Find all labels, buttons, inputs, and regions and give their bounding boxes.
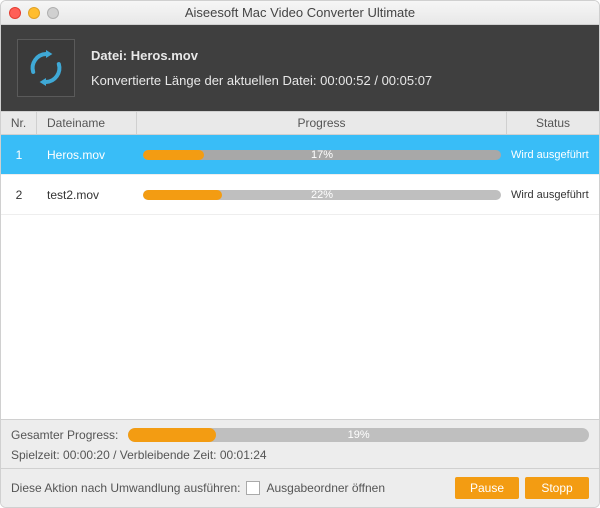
progress-fill — [143, 190, 222, 200]
row-nr: 1 — [1, 148, 37, 162]
actions-row: Diese Aktion nach Umwandlung ausführen: … — [1, 469, 599, 507]
row-progress: 22% — [137, 190, 507, 200]
converted-length-label: Konvertierte Länge der aktuellen Datei: — [91, 73, 316, 88]
pause-button[interactable]: Pause — [455, 477, 519, 499]
column-progress: Progress — [137, 112, 507, 134]
zoom-icon[interactable] — [47, 7, 59, 19]
overall-progress-percent: 19% — [128, 429, 589, 441]
table-row[interactable]: 1 Heros.mov 17% Wird ausgeführt — [1, 135, 599, 175]
current-file-panel: Datei: Heros.mov Konvertierte Länge der … — [1, 25, 599, 111]
column-nr: Nr. — [1, 112, 37, 134]
close-icon[interactable] — [9, 7, 21, 19]
progress-bar: 22% — [143, 190, 501, 200]
window-controls — [9, 7, 59, 19]
stop-button[interactable]: Stopp — [525, 477, 589, 499]
row-nr: 2 — [1, 188, 37, 202]
overall-progress-label: Gesamter Progress: — [11, 428, 118, 442]
timing-row: Spielzeit: 00:00:20 / Verbleibende Zeit:… — [1, 446, 599, 469]
progress-fill — [143, 150, 204, 160]
column-headers: Nr. Dateiname Progress Status — [1, 111, 599, 135]
row-status: Wird ausgeführt — [507, 149, 599, 161]
convert-icon — [17, 39, 75, 97]
app-window: Aiseesoft Mac Video Converter Ultimate D… — [0, 0, 600, 508]
row-status: Wird ausgeführt — [507, 189, 599, 201]
converted-total: 00:05:07 — [382, 73, 433, 88]
remaining-value: 00:01:24 — [220, 448, 267, 462]
titlebar: Aiseesoft Mac Video Converter Ultimate — [1, 1, 599, 25]
row-progress: 17% — [137, 150, 507, 160]
elapsed-value: 00:00:20 — [63, 448, 110, 462]
minimize-icon[interactable] — [28, 7, 40, 19]
overall-progress-row: Gesamter Progress: 19% — [1, 420, 599, 446]
column-status: Status — [507, 112, 599, 134]
elapsed-label: Spielzeit: — [11, 448, 60, 462]
window-title: Aiseesoft Mac Video Converter Ultimate — [1, 5, 599, 20]
after-action-label: Diese Aktion nach Umwandlung ausführen: — [11, 481, 240, 495]
open-folder-label: Ausgabeordner öffnen — [266, 481, 385, 495]
row-filename: test2.mov — [37, 188, 137, 202]
table-row[interactable]: 2 test2.mov 22% Wird ausgeführt — [1, 175, 599, 215]
file-list: 1 Heros.mov 17% Wird ausgeführt 2 test2.… — [1, 135, 599, 419]
row-filename: Heros.mov — [37, 148, 137, 162]
converted-current: 00:00:52 — [320, 73, 371, 88]
open-folder-checkbox[interactable] — [246, 481, 260, 495]
file-name: Heros.mov — [131, 48, 198, 63]
overall-progress-bar: 19% — [128, 428, 589, 442]
progress-bar: 17% — [143, 150, 501, 160]
remaining-label: Verbleibende Zeit: — [120, 448, 217, 462]
current-file-info: Datei: Heros.mov Konvertierte Länge der … — [91, 48, 432, 88]
footer: Gesamter Progress: 19% Spielzeit: 00:00:… — [1, 419, 599, 507]
file-label: Datei: — [91, 48, 127, 63]
column-filename: Dateiname — [37, 112, 137, 134]
